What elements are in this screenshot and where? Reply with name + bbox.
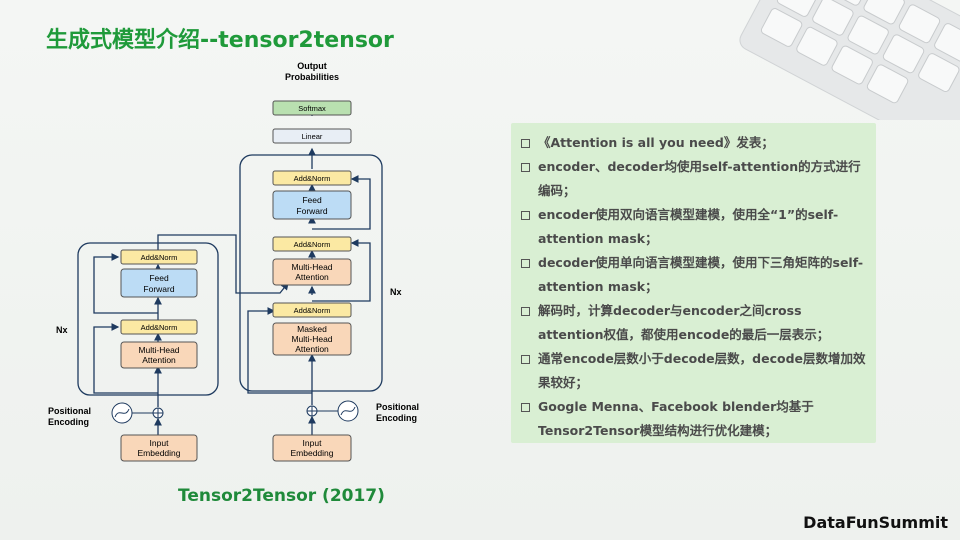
svg-text:Masked: Masked [297, 324, 327, 334]
svg-text:Add&Norm: Add&Norm [294, 240, 331, 249]
encoder-block [77, 242, 219, 396]
list-item: 解码时，计算decoder与encoder之间cross attention权值… [521, 299, 866, 347]
svg-text:Input: Input [150, 438, 170, 448]
bullet-panel: 《Attention is all you need》发表； encoder、d… [511, 123, 876, 443]
decoder-masked-attention: Masked Multi-Head Attention [272, 322, 352, 356]
decoder-input-embedding: Input Embedding [272, 434, 352, 462]
svg-text:Multi-Head: Multi-Head [291, 334, 332, 344]
encoder-add-norm-top: Add&Norm [120, 249, 198, 265]
svg-text:Forward: Forward [296, 206, 327, 216]
svg-text:Input: Input [303, 438, 323, 448]
svg-text:Add&Norm: Add&Norm [294, 306, 331, 315]
svg-text:Multi-Head: Multi-Head [138, 345, 179, 355]
list-item: 《Attention is all you need》发表； [521, 131, 866, 155]
decoder-nx: Nx [390, 287, 402, 297]
svg-text:Attention: Attention [295, 272, 329, 282]
svg-text:Feed: Feed [302, 195, 322, 205]
svg-text:Add&Norm: Add&Norm [141, 323, 178, 332]
encoder-multi-head-attention: Multi-Head Attention [120, 341, 198, 369]
decoder-add-norm-top: Add&Norm [272, 170, 352, 186]
svg-text:Probabilities: Probabilities [285, 72, 339, 82]
svg-text:Add&Norm: Add&Norm [141, 253, 178, 262]
decoder-multi-head-attention: Multi-Head Attention [272, 258, 352, 286]
bullet-list: 《Attention is all you need》发表； encoder、d… [511, 123, 876, 443]
list-item: encoder使用双向语言模型建模，使用全“1”的self-attention … [521, 203, 866, 251]
list-item: 通常encode层数小于decode层数，decode层数增加效果较好； [521, 347, 866, 395]
diagram-caption: Tensor2Tensor (2017) [178, 486, 385, 506]
keyboard-image [739, 0, 960, 120]
linear-box: Linear [272, 128, 352, 144]
decoder-add-norm-bottom: Add&Norm [272, 302, 352, 318]
svg-text:Attention: Attention [142, 355, 176, 365]
svg-text:Forward: Forward [143, 284, 174, 294]
softmax-box: Softmax [272, 100, 352, 116]
brand-logo: DataFunSummit [803, 513, 948, 532]
encoder-feed-forward: Feed Forward [120, 268, 198, 298]
svg-text:Attention: Attention [295, 344, 329, 354]
svg-text:Feed: Feed [149, 273, 169, 283]
transformer-diagram: Add&Norm Feed Forward Add&Norm Multi-Hea… [48, 61, 419, 462]
slide-title: 生成式模型介绍--tensor2tensor [46, 28, 394, 53]
svg-text:Linear: Linear [302, 132, 323, 141]
encoder-add-norm-bottom: Add&Norm [120, 319, 198, 335]
svg-text:Encoding: Encoding [376, 413, 417, 423]
encoder-input-embedding: Input Embedding [120, 434, 198, 462]
svg-text:Add&Norm: Add&Norm [294, 174, 331, 183]
svg-text:Encoding: Encoding [48, 417, 89, 427]
decoder-add-norm-middle: Add&Norm [272, 236, 352, 252]
svg-text:Positional: Positional [48, 406, 91, 416]
svg-text:Multi-Head: Multi-Head [291, 262, 332, 272]
encoder-nx: Nx [56, 325, 68, 335]
svg-text:Positional: Positional [376, 402, 419, 412]
list-item: Google Menna、Facebook blender均基于Tensor2T… [521, 395, 866, 443]
list-item: encoder、decoder均使用self-attention的方式进行编码； [521, 155, 866, 203]
decoder-feed-forward: Feed Forward [272, 190, 352, 220]
svg-text:Embedding: Embedding [137, 448, 180, 458]
output-label: Output [297, 61, 327, 71]
list-item: decoder使用单向语言模型建模，使用下三角矩阵的self-attention… [521, 251, 866, 299]
svg-text:Embedding: Embedding [290, 448, 333, 458]
svg-text:Softmax: Softmax [298, 104, 326, 113]
